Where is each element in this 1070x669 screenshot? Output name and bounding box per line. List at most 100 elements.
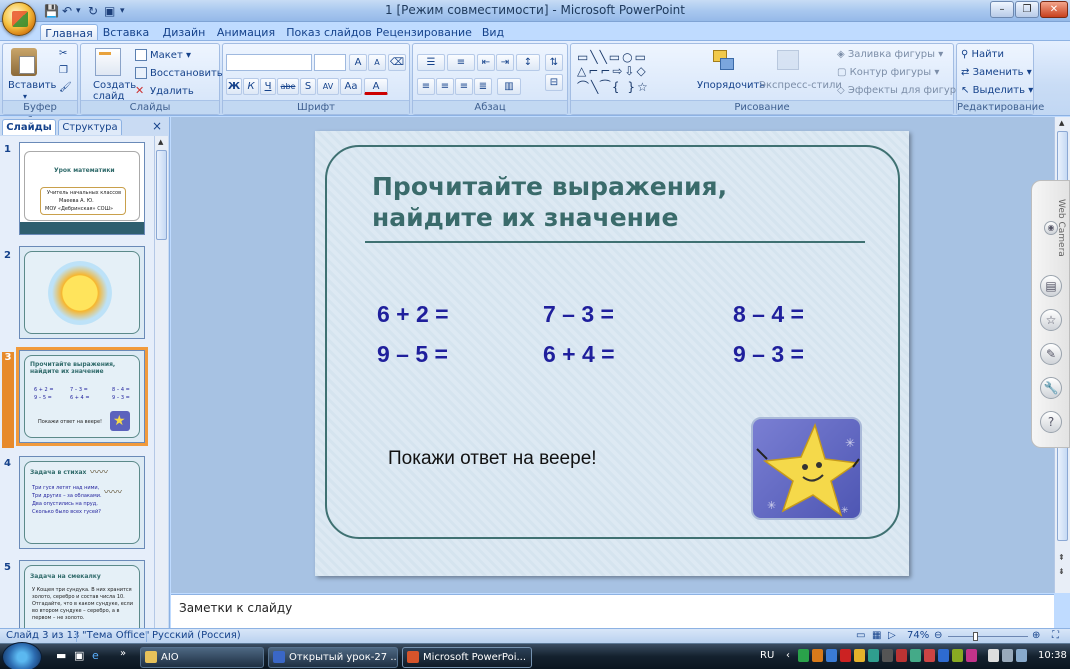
- align-left-icon[interactable]: ≡: [417, 78, 435, 95]
- tray-icon[interactable]: [910, 649, 921, 662]
- volume-icon[interactable]: [1002, 649, 1013, 662]
- columns-icon[interactable]: ▥: [497, 78, 521, 95]
- presentation-icon[interactable]: ▤: [1040, 275, 1062, 297]
- expression[interactable]: 9 – 3 =: [733, 341, 804, 368]
- change-case-button[interactable]: Aa: [340, 78, 362, 95]
- minimize-button[interactable]: –: [990, 1, 1014, 18]
- quicklaunch-more-icon[interactable]: »: [120, 648, 126, 659]
- underline-button[interactable]: Ч: [260, 78, 276, 95]
- zoom-in-icon[interactable]: ⊕: [1032, 630, 1040, 641]
- slideshow-icon[interactable]: ▣: [104, 3, 115, 19]
- align-right-icon[interactable]: ≡: [455, 78, 473, 95]
- zoom-slider-thumb[interactable]: [973, 632, 978, 641]
- maximize-button[interactable]: ❐: [1015, 1, 1039, 18]
- tray-icon[interactable]: [868, 649, 879, 662]
- undo-dropdown-icon[interactable]: ▾: [76, 3, 81, 19]
- quick-styles-button[interactable]: Экспресс-стили: [759, 80, 842, 91]
- star-icon[interactable]: ☆: [1040, 309, 1062, 331]
- tab-slideshow[interactable]: Показ слайдов: [286, 24, 372, 41]
- expression[interactable]: 6 + 4 =: [543, 341, 615, 368]
- thumbnail-scrollbar[interactable]: ▲: [154, 136, 168, 628]
- tab-outline[interactable]: Структура: [58, 119, 122, 135]
- save-icon[interactable]: 💾: [44, 3, 59, 19]
- shapes-gallery[interactable]: ▭╲╲▭○▭ △⌐⌐⇨⇩◇ ⌒╲⁀{ }☆: [577, 50, 650, 95]
- expression[interactable]: 9 – 5 =: [377, 341, 448, 368]
- tab-home[interactable]: Главная: [40, 24, 98, 41]
- notes-pane[interactable]: Заметки к слайду: [171, 594, 1054, 628]
- arrange-button[interactable]: Упорядочить: [697, 80, 765, 91]
- font-family-combobox[interactable]: [226, 54, 312, 71]
- undo-icon[interactable]: ↶: [62, 3, 72, 19]
- tray-icon[interactable]: [798, 649, 809, 662]
- camera-lens-icon[interactable]: ◉: [1044, 221, 1058, 235]
- delete-slide-button[interactable]: ✕ Удалить: [135, 85, 194, 98]
- scroll-up-icon[interactable]: ▲: [1059, 119, 1064, 127]
- cut-icon[interactable]: ✂: [59, 48, 67, 59]
- expression[interactable]: 7 – 3 =: [543, 301, 614, 328]
- tray-icon[interactable]: [854, 649, 865, 662]
- edit-icon[interactable]: ✎: [1040, 343, 1062, 365]
- keyboard-language[interactable]: RU: [760, 650, 774, 661]
- close-pane-icon[interactable]: ×: [152, 119, 162, 133]
- network-icon[interactable]: [988, 649, 999, 662]
- find-button[interactable]: ⚲ Найти: [961, 49, 1004, 60]
- justify-icon[interactable]: ≣: [474, 78, 492, 95]
- clock[interactable]: 10:38: [1038, 650, 1067, 661]
- tray-icon[interactable]: [882, 649, 893, 662]
- customize-toolbar-icon[interactable]: ▾: [120, 3, 125, 19]
- tray-icon[interactable]: [938, 649, 949, 662]
- tray-icon[interactable]: [812, 649, 823, 662]
- tab-design[interactable]: Дизайн: [158, 24, 210, 41]
- redo-icon[interactable]: ↻: [88, 3, 98, 19]
- font-color-button[interactable]: A: [364, 78, 388, 95]
- switch-windows-icon[interactable]: ▣: [74, 649, 84, 662]
- prev-slide-icon[interactable]: ⇞: [1058, 553, 1065, 562]
- star-image[interactable]: ✳ ✳ ✳: [751, 417, 862, 520]
- tray-icon[interactable]: [840, 649, 851, 662]
- tray-expand-icon[interactable]: ‹: [786, 650, 790, 661]
- slide-caption[interactable]: Покажи ответ на веере!: [388, 448, 597, 470]
- slide-thumbnail-4[interactable]: Задача в стихах Три гуся летят над ними,…: [19, 456, 145, 549]
- align-center-icon[interactable]: ≡: [436, 78, 454, 95]
- align-text-icon[interactable]: ⊟: [545, 74, 563, 91]
- language-indicator[interactable]: Русский (Россия): [152, 630, 241, 641]
- slide-title[interactable]: Прочитайте выражения, найдите их значени…: [372, 171, 842, 233]
- replace-button[interactable]: ⇄ Заменить ▾: [961, 67, 1032, 78]
- tab-slides[interactable]: Слайды: [2, 119, 56, 135]
- clear-format-icon[interactable]: ⌫: [388, 54, 406, 71]
- close-button[interactable]: ✕: [1040, 1, 1068, 18]
- tray-icon[interactable]: [952, 649, 963, 662]
- select-button[interactable]: ↖ Выделить ▾: [961, 85, 1033, 96]
- shape-outline-button[interactable]: ▢ Контур фигуры ▾: [837, 67, 939, 78]
- help-circle-icon[interactable]: ?: [1040, 411, 1062, 433]
- slide[interactable]: Прочитайте выражения, найдите их значени…: [315, 131, 909, 576]
- sorter-view-icon[interactable]: ▦: [872, 630, 881, 641]
- decrease-indent-icon[interactable]: ⇤: [477, 54, 495, 71]
- tray-icon[interactable]: [826, 649, 837, 662]
- office-button[interactable]: [2, 2, 36, 36]
- slideshow-view-icon[interactable]: ▷: [888, 630, 896, 641]
- scroll-up-icon[interactable]: ▲: [158, 138, 163, 146]
- tray-icon[interactable]: [924, 649, 935, 662]
- zoom-out-icon[interactable]: ⊖: [934, 630, 942, 641]
- layout-button[interactable]: Макет ▾: [135, 49, 191, 61]
- italic-button[interactable]: К: [243, 78, 259, 95]
- shadow-button[interactable]: S: [300, 78, 316, 95]
- shape-fill-button[interactable]: ◈ Заливка фигуры ▾: [837, 49, 943, 60]
- normal-view-icon[interactable]: ▭: [856, 630, 865, 641]
- tray-icon[interactable]: [966, 649, 977, 662]
- ie-icon[interactable]: e: [92, 649, 99, 662]
- format-painter-icon[interactable]: 🖌: [59, 82, 72, 93]
- grow-font-button[interactable]: A: [349, 54, 367, 71]
- new-slide-button[interactable]: Создать слайд: [93, 80, 136, 102]
- slide-thumbnail-2[interactable]: [19, 246, 145, 339]
- tab-insert[interactable]: Вставка: [100, 24, 152, 41]
- zoom-level[interactable]: 74%: [907, 630, 929, 641]
- numbering-icon[interactable]: ≡: [447, 54, 475, 71]
- copy-icon[interactable]: ❐: [59, 65, 68, 76]
- slide-thumbnail-5[interactable]: Задача на смекалку У Кощея три сундука. …: [19, 560, 145, 628]
- text-direction-icon[interactable]: ⇅: [545, 54, 563, 71]
- line-spacing-icon[interactable]: ↕: [516, 54, 540, 71]
- tray-icon[interactable]: [1016, 649, 1027, 662]
- tab-view[interactable]: Вид: [478, 24, 508, 41]
